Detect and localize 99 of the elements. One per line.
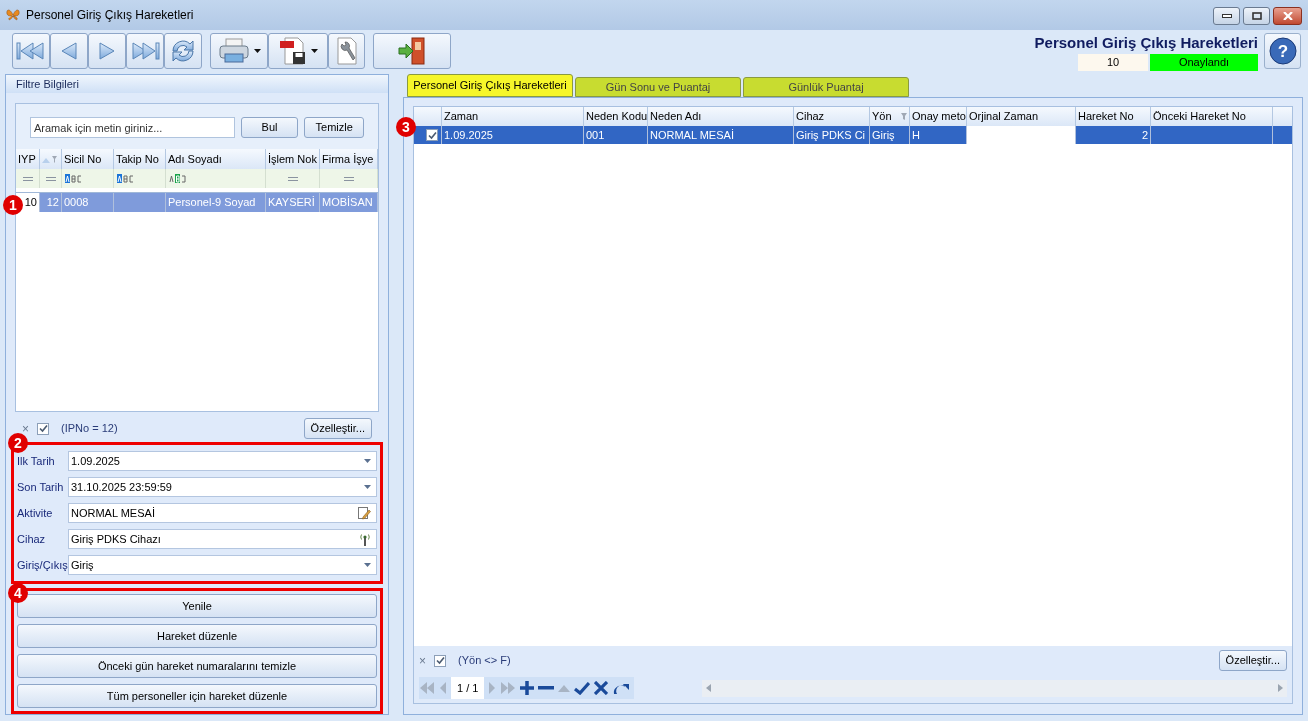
filter-expression: (Yön <> F) — [458, 653, 511, 669]
page-indicator: 1 / 1 — [451, 677, 485, 699]
exit-door-icon — [397, 36, 427, 66]
check-icon[interactable] — [574, 681, 591, 695]
antenna-icon[interactable] — [359, 532, 371, 546]
field-label: Aktivite — [17, 505, 54, 521]
redo-icon[interactable] — [612, 681, 631, 695]
record-code: 10 — [1078, 54, 1148, 71]
maximize-button[interactable] — [1243, 7, 1270, 25]
next-record-button[interactable] — [88, 33, 126, 69]
action-button[interactable]: Hareket düzenle — [17, 624, 377, 648]
find-button[interactable]: Bul — [240, 117, 299, 139]
equals-filter-icon[interactable] — [44, 175, 57, 182]
dropdown-caret-icon[interactable] — [364, 485, 371, 489]
tab[interactable]: Gün Sonu ve Puantaj — [575, 77, 741, 97]
page-title: Personel Giriş Çıkış Hareketleri — [1034, 32, 1258, 53]
last-icon — [130, 41, 160, 61]
action-button[interactable]: Tüm personeller için hareket düzenle — [17, 684, 377, 708]
grid-row[interactable]: 10 12 0008 Personel-9 Soyad KAYSERİ MOBİSAN — [16, 193, 378, 213]
filter-expression: (IPNo = 12) — [61, 421, 118, 437]
field-label: Cihaz — [17, 531, 47, 547]
field-label: Giriş/Çıkış — [17, 557, 68, 573]
annotation-marker: 1 — [3, 195, 23, 216]
checkbox[interactable] — [426, 129, 438, 141]
input-field[interactable]: Giriş PDKS Cihazı — [68, 529, 377, 549]
tab[interactable]: Personel Giriş Çıkış Hareketleri — [407, 74, 573, 97]
search-field[interactable]: Aramak için metin giriniz... — [30, 117, 235, 139]
input-field[interactable]: 31.10.2025 23:59:59 — [68, 477, 377, 497]
dropdown-caret-icon[interactable] — [364, 459, 371, 463]
annotation-marker: 3 — [396, 117, 416, 137]
settings-button[interactable] — [328, 33, 365, 69]
wrench-document-icon — [334, 36, 359, 66]
caret-icon — [310, 49, 318, 53]
input-field[interactable]: Giriş — [68, 555, 377, 575]
previous-record-button[interactable] — [50, 33, 88, 69]
customize-button[interactable]: Özelleştir... — [303, 418, 372, 439]
clear-button[interactable]: Temizle — [304, 117, 364, 139]
first-record-button[interactable] — [12, 33, 50, 69]
grid-row[interactable]: 1.09.2025 001 NORMAL MESAİ Giriş PDKS Ci Giriş H 2 — [414, 126, 1292, 144]
dropdown-caret-icon[interactable] — [364, 563, 371, 567]
table-cell-text: Personel-9 Soyad — [168, 195, 256, 211]
input-field[interactable]: 1.09.2025 — [68, 451, 377, 471]
sort-filter-icon[interactable] — [42, 155, 58, 164]
customize-button[interactable]: Özelleştir... — [1218, 650, 1287, 671]
close-icon — [1282, 12, 1293, 20]
text-filter-icon[interactable] — [65, 174, 83, 184]
cancel-icon[interactable] — [594, 681, 609, 695]
annotation-marker: 2 — [8, 433, 28, 453]
add-icon[interactable] — [520, 681, 535, 695]
horizontal-scrollbar[interactable] — [702, 679, 1287, 697]
scroll-left-icon[interactable] — [706, 684, 712, 692]
table-cell-text: KAYSERİ — [268, 195, 315, 211]
printer-icon — [217, 37, 250, 65]
panel-header: Filtre Bilgileri — [6, 75, 388, 94]
next-icon — [98, 41, 116, 61]
table-cell-text: 0008 — [64, 195, 89, 211]
table-cell-text: 12 — [46, 195, 59, 211]
table-cell-text: Giriş PDKS Ci — [796, 127, 866, 143]
annotation-marker: 4 — [8, 583, 28, 603]
butterfly-icon — [6, 8, 20, 22]
minimize-button[interactable] — [1213, 7, 1240, 25]
previous-icon — [60, 41, 78, 61]
field-label: Ilk Tarih — [17, 453, 56, 469]
first-icon — [16, 41, 46, 61]
text-filter-icon[interactable] — [117, 174, 135, 184]
refresh-button[interactable] — [164, 33, 202, 69]
tab[interactable]: Günlük Puantaj — [743, 77, 909, 97]
equals-filter-icon[interactable] — [342, 175, 355, 182]
table-cell-text: NORMAL MESAİ — [650, 127, 734, 143]
equals-filter-icon[interactable] — [21, 175, 34, 182]
checkbox[interactable] — [434, 654, 446, 667]
input-field[interactable]: NORMAL MESAİ — [68, 503, 377, 523]
exit-button[interactable] — [373, 33, 451, 69]
remove-icon[interactable] — [538, 686, 555, 690]
export-pdf-button[interactable] — [268, 33, 328, 69]
table-cell-text: Giriş — [872, 127, 895, 143]
table-cell-text: 001 — [586, 127, 605, 143]
caret-icon — [253, 49, 261, 53]
status-label: Onaylandı — [1150, 54, 1258, 71]
pdf-save-icon — [278, 36, 307, 66]
table-cell-text: 2 — [1141, 127, 1148, 143]
edit-icon[interactable] — [358, 506, 371, 520]
close-button[interactable] — [1273, 7, 1302, 25]
minimize-icon — [1221, 14, 1232, 18]
scroll-right-icon[interactable] — [1278, 684, 1283, 692]
text-filter-icon[interactable] — [169, 174, 187, 184]
table-cell-text: MOBİSAN — [322, 195, 373, 211]
maximize-icon — [1251, 12, 1262, 20]
filter-icon[interactable] — [901, 113, 907, 120]
equals-filter-icon[interactable] — [286, 175, 299, 182]
table-cell-text: 10 — [24, 195, 37, 211]
last-record-button[interactable] — [126, 33, 164, 69]
table-cell-text: 1.09.2025 — [444, 127, 493, 143]
field-label: Son Tarih — [17, 479, 65, 495]
action-button[interactable]: Önceki gün hareket numaralarını temizle — [17, 654, 377, 678]
checkbox[interactable] — [37, 422, 49, 435]
close-filter-icon[interactable]: × — [419, 651, 426, 670]
table-cell-text: H — [912, 127, 920, 143]
window-title: Personel Giriş Çıkış Hareketleri — [26, 7, 194, 24]
